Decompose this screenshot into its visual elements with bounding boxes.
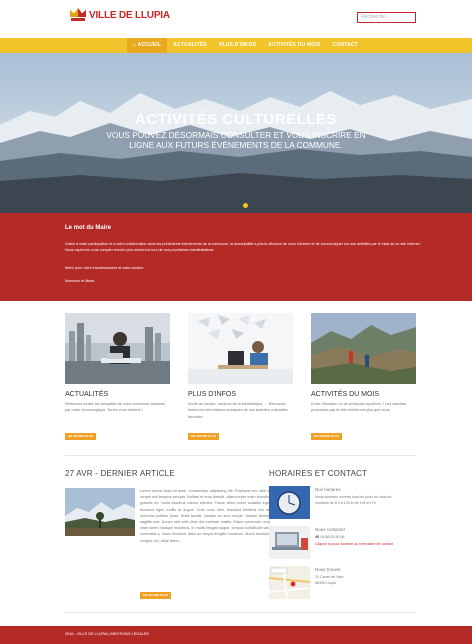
mayor-section: Le mot du Maire Grâce à votre participat… xyxy=(0,213,472,301)
card-actualites: ACTUALITÉS Retrouvez toutes les actualit… xyxy=(65,313,170,440)
latest-article-heading: 27 AVR - DERNIER ARTICLE xyxy=(65,469,175,478)
contact-reach: Nous contacter ☎ 04.68.53.50.96 Cliquez … xyxy=(269,526,417,559)
card-activites-du-mois-title[interactable]: ACTIVITÉS DU MOIS xyxy=(311,391,379,398)
nav-item-accueil[interactable]: ⌂ ACCUEIL xyxy=(127,38,168,53)
contact-hours-line: Nous sommes ouverts tous les jours du lu… xyxy=(315,495,392,499)
contact-reach-title: Nous contacter xyxy=(315,527,346,532)
phone-number: ☎ 04.68.53.50.96 xyxy=(315,535,345,539)
contact-hours: Nos horaires Nous sommes ouverts tous le… xyxy=(269,486,417,519)
slider-dot[interactable] xyxy=(243,203,248,208)
nav-item-contact[interactable]: CONTACT xyxy=(326,38,363,53)
card-actualites-title[interactable]: ACTUALITÉS xyxy=(65,391,108,398)
clock-image xyxy=(269,486,310,519)
contact-hours-line: vendredi de 8 h à 12h et de 14h à 17h xyxy=(315,501,376,505)
mayor-thanks: Merci pour votre investissement et votre… xyxy=(65,266,145,270)
footer-divider xyxy=(65,612,416,613)
hero-slider: ACTIVITÉS CULTURELLES VOUS POUVEZ DÉSORM… xyxy=(0,53,472,213)
hero-subtitle: VOUS POUVEZ DÉSORMAIS CONSULTER ET VOUS … xyxy=(106,130,366,150)
nav-item-actualites[interactable]: ACTUALITÉS xyxy=(167,38,213,53)
mayor-paragraph: Grâce à votre participation et à votre c… xyxy=(65,242,421,252)
card-plus-infos: PLUS D'INFOS Sortie au musée, horaires d… xyxy=(188,313,293,440)
logo-crown-icon xyxy=(70,8,86,22)
contact-hours-title: Nos horaires xyxy=(315,487,341,492)
contact-location: Nous trouver 13 Carrer de l'aire 66300 L… xyxy=(269,566,417,599)
logo-text: VILLE DE LLUPIA xyxy=(89,9,170,21)
contact-location-title: Nous trouver xyxy=(315,567,341,572)
card-activites-du-mois: ACTIVITÉS DU MOIS Envie d'évasion ou de … xyxy=(311,313,416,440)
map-image[interactable] xyxy=(269,566,310,599)
article-excerpt: Lorem ipsum dolor sit amet, consectetur … xyxy=(140,489,270,543)
card-activites-du-mois-button[interactable]: EN SAVOIR PLUS xyxy=(311,433,343,440)
mayor-signature: Monsieur le Maire. xyxy=(65,279,96,283)
address-line: 66300 Llupia xyxy=(315,581,336,585)
card-plus-infos-image[interactable] xyxy=(188,313,293,384)
contact-form-link[interactable]: Cliquez ici pour accéder au formulaire d… xyxy=(315,542,393,546)
site-logo[interactable]: VILLE DE LLUPIA xyxy=(70,8,170,22)
nav-item-plus-infos[interactable]: PLUS D'INFOS xyxy=(213,38,262,53)
section-divider xyxy=(65,455,416,456)
search-input[interactable]: Recherche... xyxy=(357,12,416,23)
article-read-more-button[interactable]: EN SAVOIR PLUS xyxy=(140,592,172,599)
site-header: VILLE DE LLUPIA Recherche... xyxy=(0,0,472,38)
home-icon: ⌂ xyxy=(133,42,137,48)
address-line: 13 Carrer de l'aire xyxy=(315,575,344,579)
main-navigation: ⌂ ACCUEIL ACTUALITÉS PLUS D'INFOS ACTIVI… xyxy=(0,38,472,53)
mayor-title: Le mot du Maire xyxy=(65,225,112,231)
article-image[interactable] xyxy=(65,488,135,536)
card-actualites-image[interactable] xyxy=(65,313,170,384)
nav-item-activites-du-mois[interactable]: ACTIVITÉS DU MOIS xyxy=(262,38,326,53)
site-footer: 2016 - VILLE DE LLUPIA | MENTIONS LÉGALE… xyxy=(0,626,472,644)
card-plus-infos-text: Sortie au musée, horaires de la biblioth… xyxy=(188,402,288,419)
card-activites-du-mois-text: Envie d'évasion ou de pratiques sportive… xyxy=(311,402,407,413)
card-actualites-button[interactable]: EN SAVOIR PLUS xyxy=(65,433,97,440)
contact-heading: HORAIRES ET CONTACT xyxy=(269,469,368,478)
card-plus-infos-title[interactable]: PLUS D'INFOS xyxy=(188,391,236,398)
card-activites-du-mois-image[interactable] xyxy=(311,313,416,384)
card-plus-infos-button[interactable]: EN SAVOIR PLUS xyxy=(188,433,220,440)
card-actualites-text: Retrouvez toutes les actualités de votre… xyxy=(65,402,166,413)
footer-text[interactable]: 2016 - VILLE DE LLUPIA | MENTIONS LÉGALE… xyxy=(65,632,149,636)
laptop-image xyxy=(269,526,310,559)
hero-title: ACTIVITÉS CULTURELLES xyxy=(135,111,337,128)
